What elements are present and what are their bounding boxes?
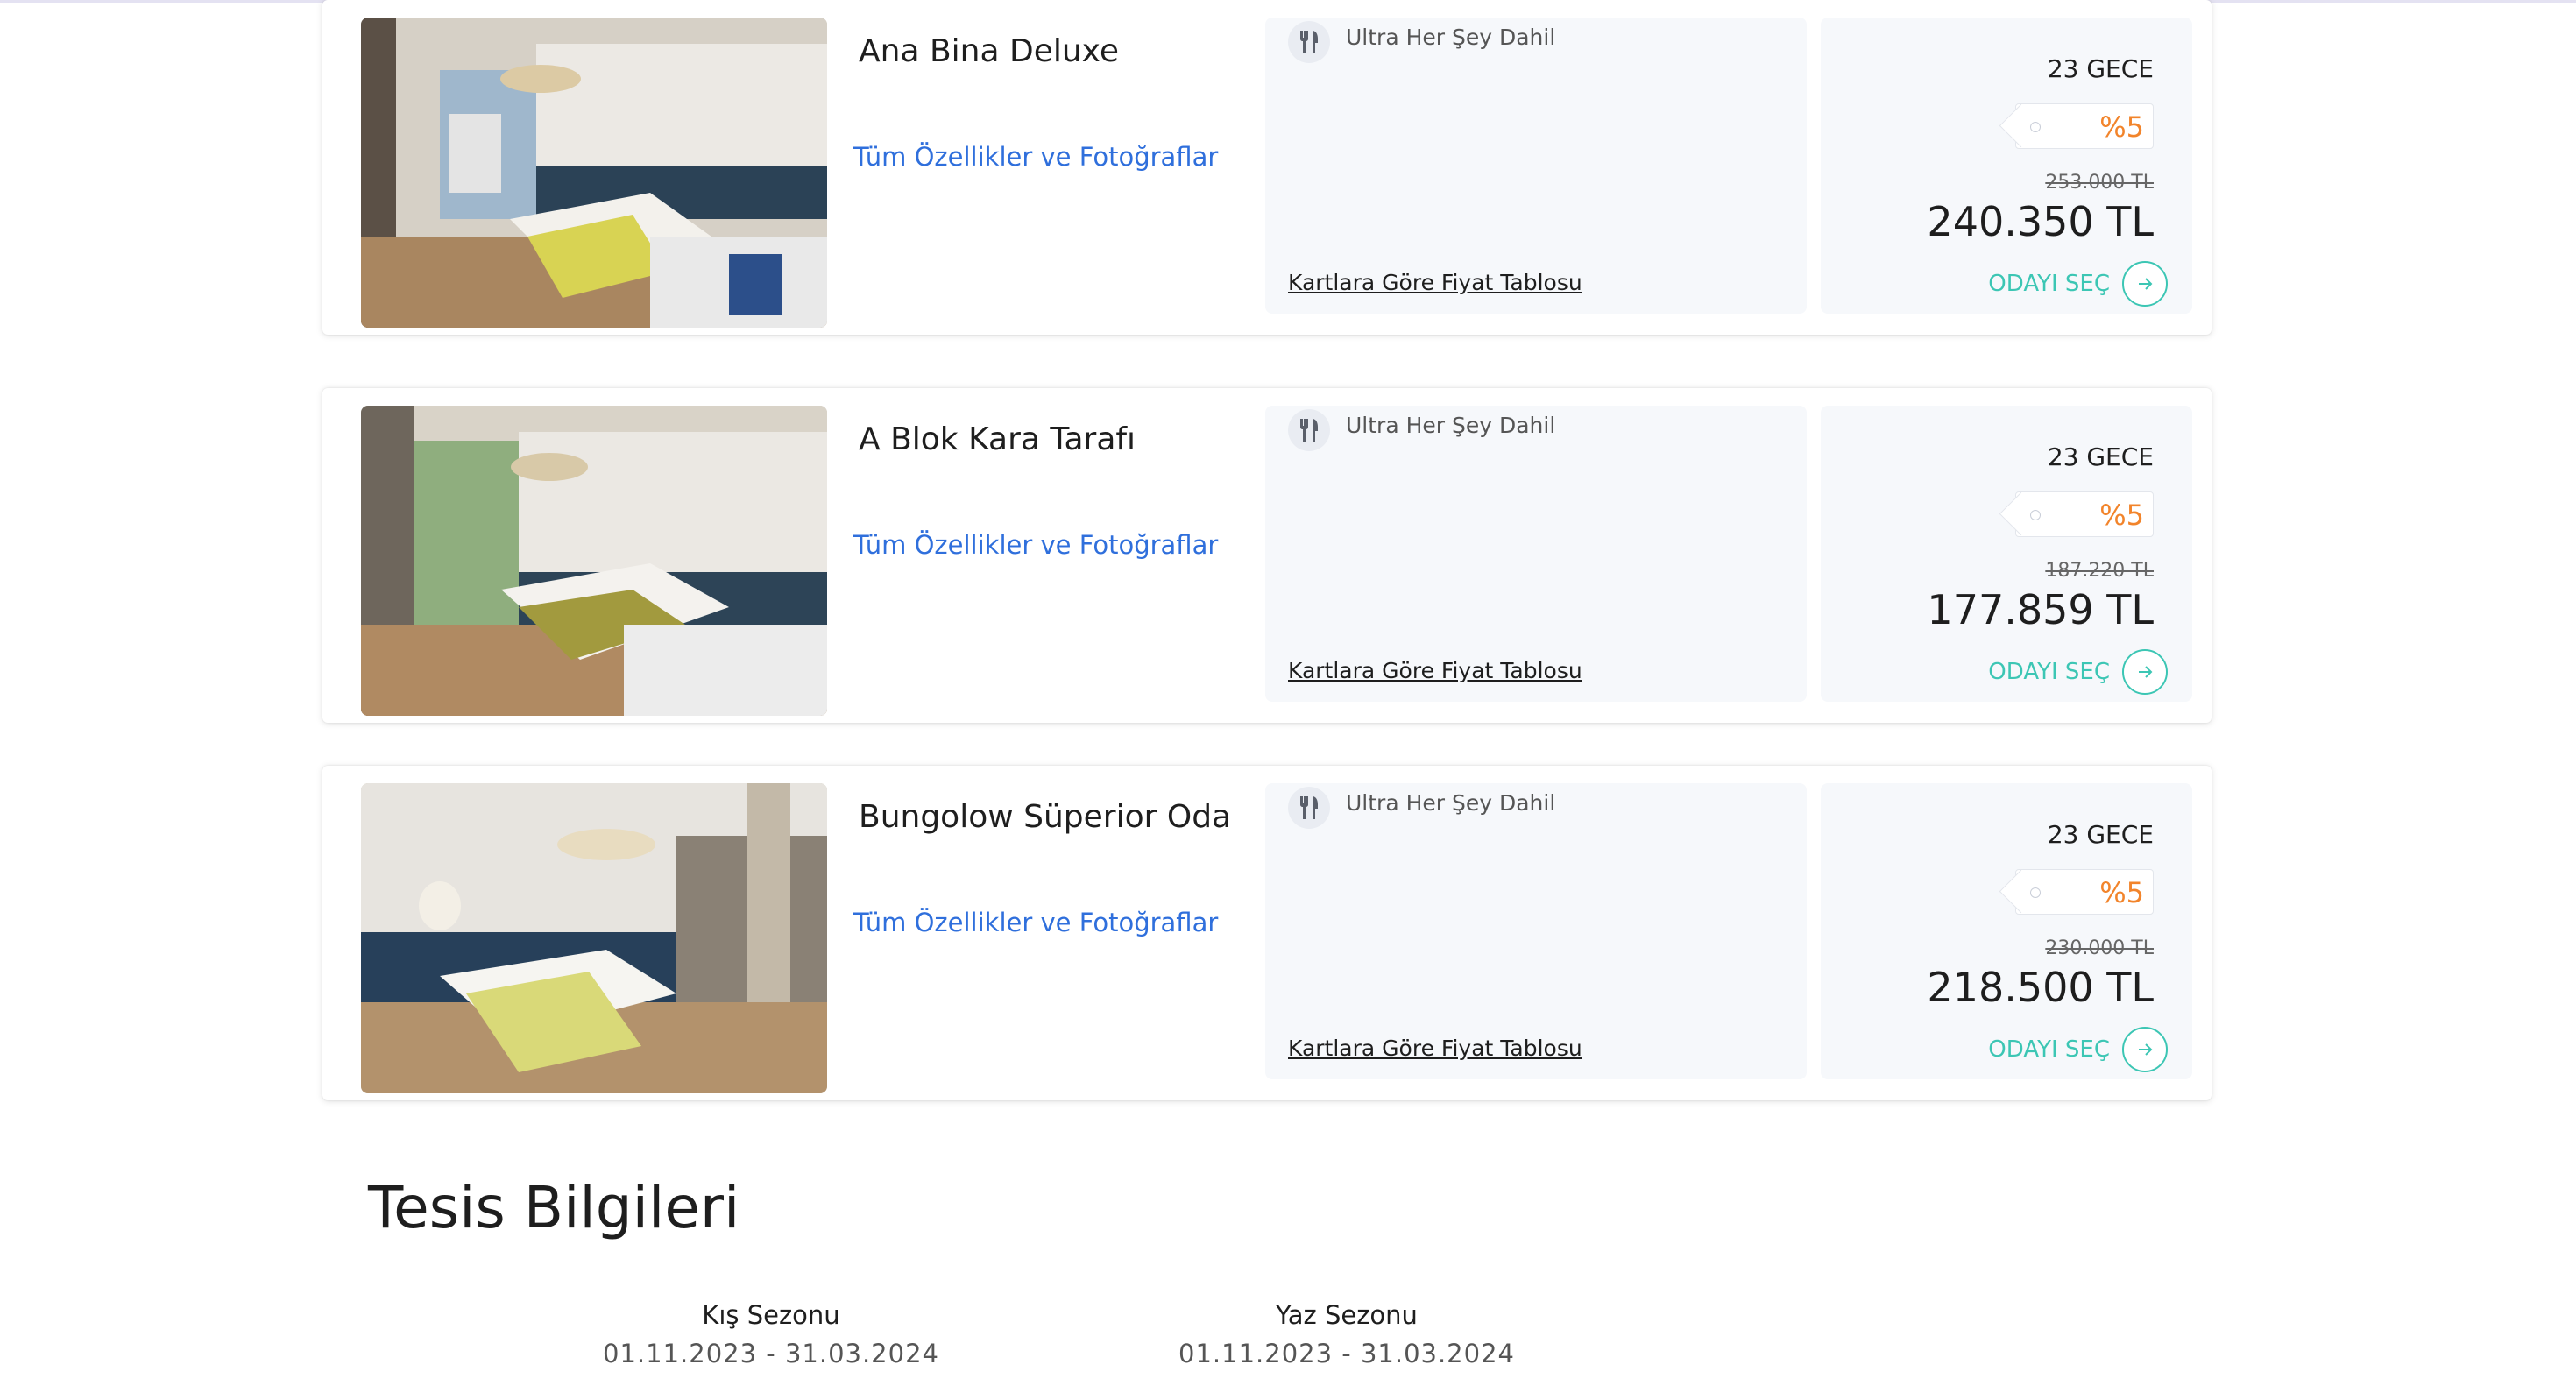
- arrow-right-icon[interactable]: [2122, 261, 2168, 307]
- current-price: 218.500 TL: [1927, 964, 2154, 1011]
- room-title: Ana Bina Deluxe: [859, 33, 1119, 69]
- features-photos-link[interactable]: Tüm Özellikler ve Fotoğraflar: [853, 530, 1218, 560]
- section-title: Tesis Bilgileri: [368, 1174, 740, 1241]
- discount-tag: %5: [2015, 103, 2154, 149]
- room-photo[interactable]: [361, 18, 827, 328]
- room-title: A Blok Kara Tarafı: [859, 421, 1136, 457]
- old-price: 230.000 TL: [2045, 937, 2154, 959]
- season-dates: 01.11.2023 - 31.03.2024: [1178, 1339, 1515, 1368]
- select-room-label: ODAYI SEÇ: [1988, 659, 2110, 685]
- season-name: Kış Sezonu: [702, 1300, 840, 1330]
- price-panel: 23 GECE %5 187.220 TL 177.859 TL ODAYI S…: [1821, 406, 2192, 702]
- room-photo[interactable]: [361, 783, 827, 1093]
- discount-value: %5: [2099, 498, 2144, 532]
- cutlery-icon: [1288, 409, 1330, 451]
- price-table-link[interactable]: Kartlara Göre Fiyat Tablosu: [1288, 658, 1582, 683]
- tag-hole-icon: [2030, 510, 2041, 520]
- tag-hole-icon: [2030, 887, 2041, 898]
- price-table-link[interactable]: Kartlara Göre Fiyat Tablosu: [1288, 1036, 1582, 1061]
- select-room-label: ODAYI SEÇ: [1988, 1036, 2110, 1063]
- current-price: 177.859 TL: [1927, 586, 2154, 633]
- features-photos-link[interactable]: Tüm Özellikler ve Fotoğraflar: [853, 142, 1218, 172]
- board-panel: Ultra Her Şey Dahil Kartlara Göre Fiyat …: [1265, 18, 1807, 314]
- nights-count: 23 GECE: [2047, 820, 2154, 849]
- cutlery-icon: [1288, 787, 1330, 829]
- room-card: Bungolow Süperior Oda Tüm Özellikler ve …: [322, 766, 2212, 1100]
- tag-hole-icon: [2030, 122, 2041, 132]
- nights-count: 23 GECE: [2047, 442, 2154, 471]
- room-card: A Blok Kara Tarafı Tüm Özellikler ve Fot…: [322, 388, 2212, 723]
- arrow-right-icon[interactable]: [2122, 1027, 2168, 1072]
- board-type: Ultra Her Şey Dahil: [1346, 413, 1556, 438]
- select-room-label: ODAYI SEÇ: [1988, 271, 2110, 297]
- arrow-right-icon[interactable]: [2122, 649, 2168, 695]
- nights-count: 23 GECE: [2047, 54, 2154, 83]
- board-panel: Ultra Her Şey Dahil Kartlara Göre Fiyat …: [1265, 406, 1807, 702]
- features-photos-link[interactable]: Tüm Özellikler ve Fotoğraflar: [853, 908, 1218, 937]
- discount-tag: %5: [2015, 491, 2154, 537]
- season-name: Yaz Sezonu: [1276, 1300, 1418, 1330]
- board-type: Ultra Her Şey Dahil: [1346, 25, 1556, 50]
- select-room-button[interactable]: ODAYI SEÇ: [1988, 1025, 2168, 1074]
- select-room-button[interactable]: ODAYI SEÇ: [1988, 259, 2168, 308]
- room-card: Ana Bina Deluxe Tüm Özellikler ve Fotoğr…: [322, 0, 2212, 335]
- price-table-link[interactable]: Kartlara Göre Fiyat Tablosu: [1288, 270, 1582, 295]
- season-dates: 01.11.2023 - 31.03.2024: [603, 1339, 939, 1368]
- season-summer: Yaz Sezonu 01.11.2023 - 31.03.2024: [1128, 1300, 1566, 1368]
- season-winter: Kış Sezonu 01.11.2023 - 31.03.2024: [552, 1300, 990, 1368]
- price-panel: 23 GECE %5 230.000 TL 218.500 TL ODAYI S…: [1821, 783, 2192, 1079]
- room-title: Bungolow Süperior Oda: [859, 799, 1232, 835]
- current-price: 240.350 TL: [1927, 198, 2154, 245]
- discount-tag: %5: [2015, 869, 2154, 915]
- discount-value: %5: [2099, 110, 2144, 144]
- board-type: Ultra Her Şey Dahil: [1346, 790, 1556, 816]
- select-room-button[interactable]: ODAYI SEÇ: [1988, 647, 2168, 696]
- discount-value: %5: [2099, 876, 2144, 909]
- board-panel: Ultra Her Şey Dahil Kartlara Göre Fiyat …: [1265, 783, 1807, 1079]
- room-photo[interactable]: [361, 406, 827, 716]
- old-price: 253.000 TL: [2045, 172, 2154, 194]
- old-price: 187.220 TL: [2045, 560, 2154, 582]
- cutlery-icon: [1288, 21, 1330, 63]
- price-panel: 23 GECE %5 253.000 TL 240.350 TL ODAYI S…: [1821, 18, 2192, 314]
